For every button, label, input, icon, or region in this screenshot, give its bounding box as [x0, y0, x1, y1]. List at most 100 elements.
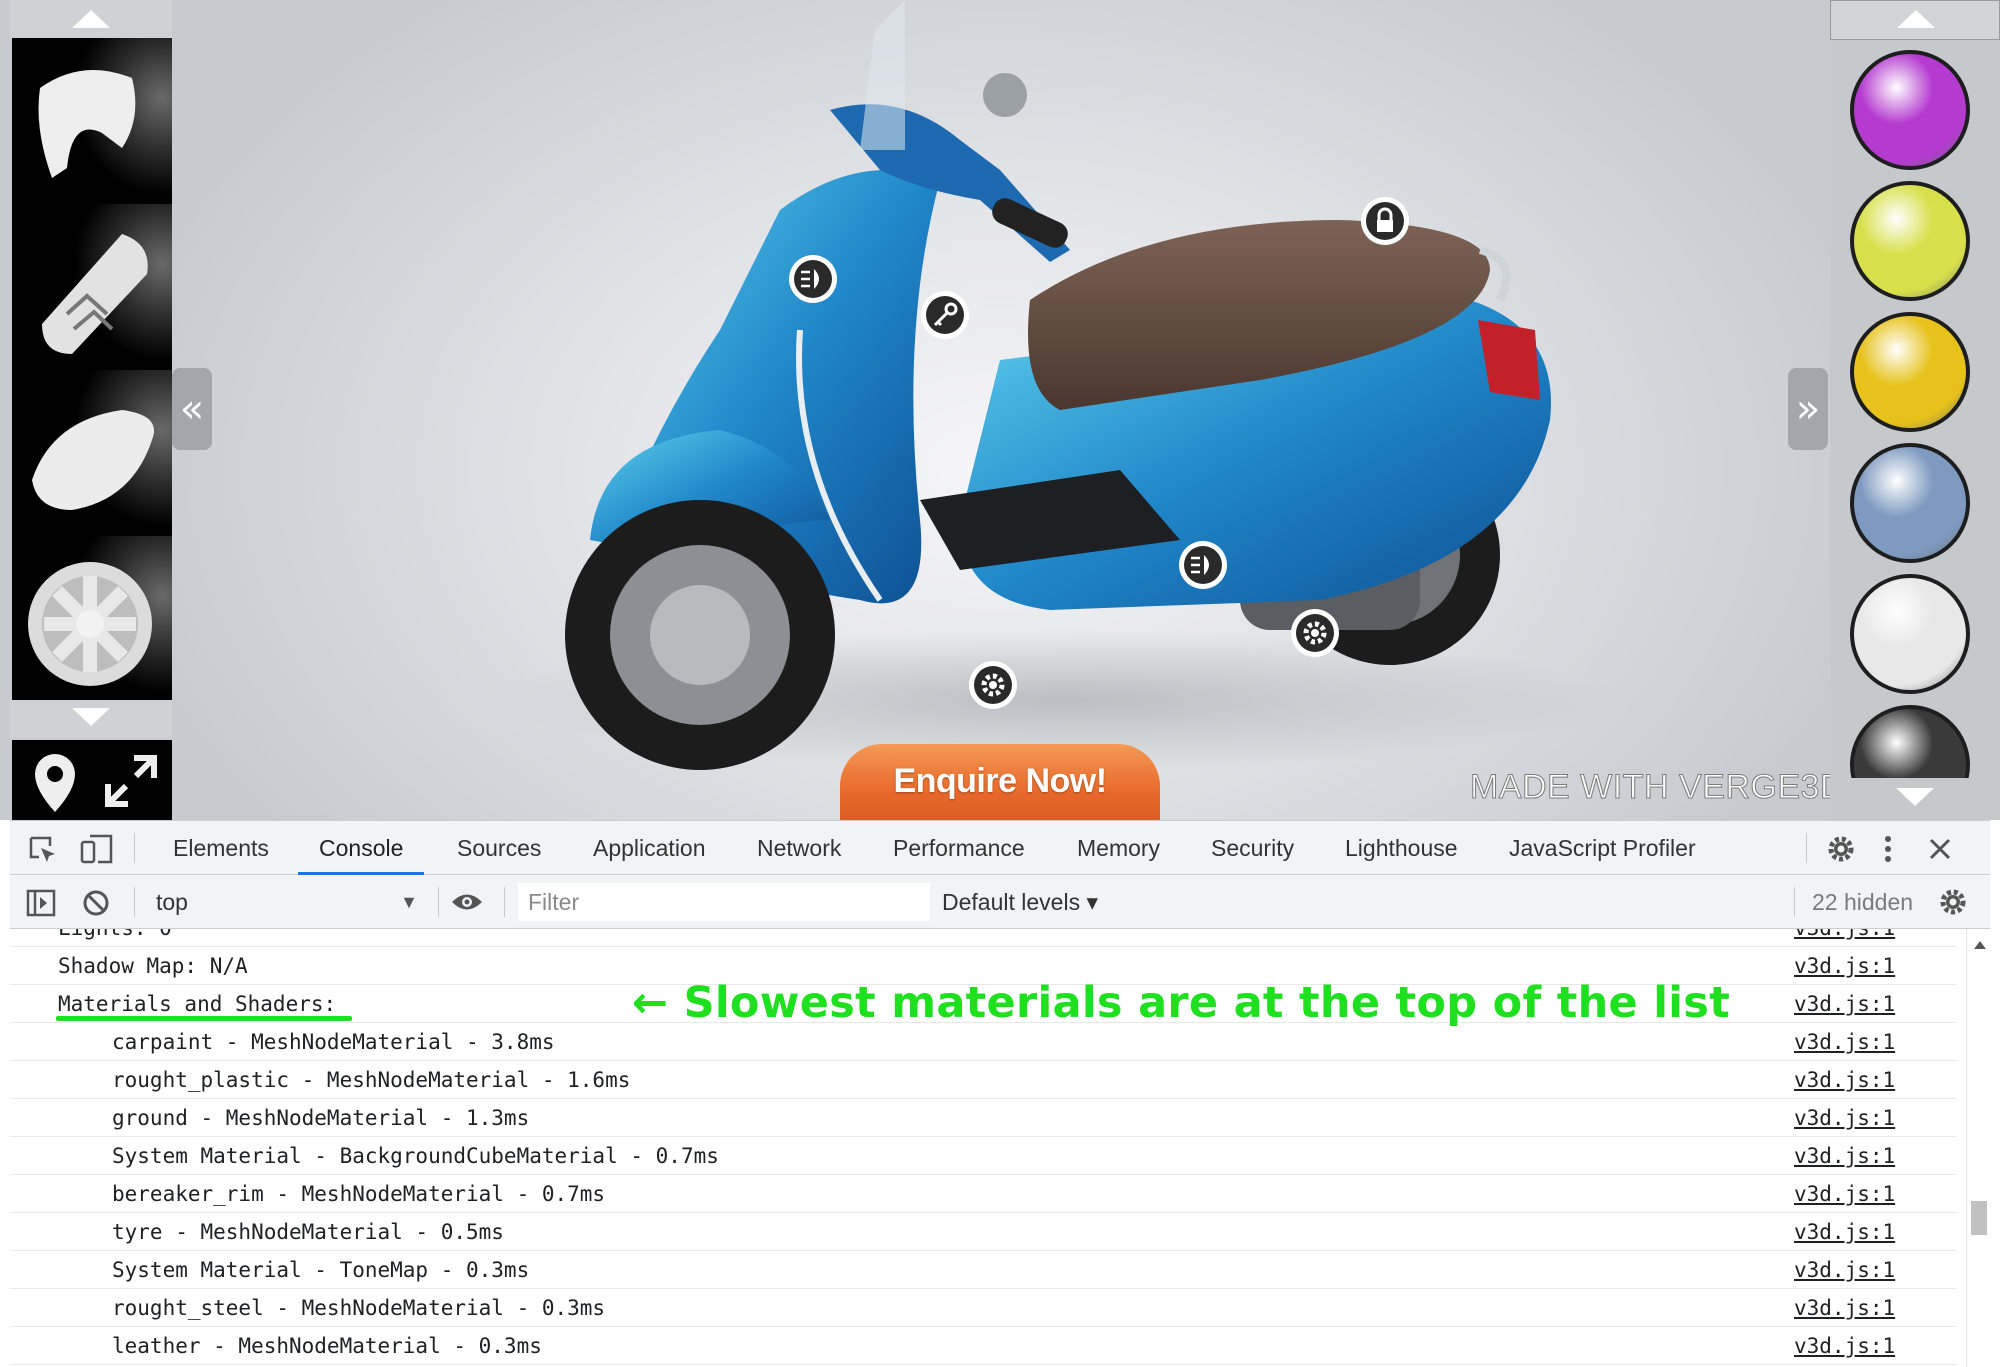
- console-row: rought_plastic - MeshNodeMaterial - 1.6m…: [10, 1061, 1956, 1099]
- enquire-now-button[interactable]: Enquire Now!: [840, 744, 1160, 820]
- color-panel: [1830, 0, 2000, 820]
- hidden-messages-count: 22 hidden: [1812, 889, 1914, 915]
- source-link[interactable]: v3d.js:1: [1794, 985, 1895, 1023]
- tab-network[interactable]: Network: [757, 821, 841, 875]
- location-pin-icon[interactable]: [30, 752, 80, 814]
- tab-elements[interactable]: Elements: [173, 821, 269, 875]
- gear-icon[interactable]: [1290, 608, 1340, 658]
- dropdown-caret-icon: ▼: [400, 892, 418, 912]
- gear-icon[interactable]: [968, 660, 1018, 710]
- tab-memory[interactable]: Memory: [1077, 821, 1160, 875]
- console-filter-input[interactable]: [518, 883, 930, 921]
- console-row: rought_steel - MeshNodeMaterial - 0.3ms …: [10, 1289, 1956, 1327]
- toolbar-divider: [438, 887, 439, 917]
- console-message: Lights: 0: [58, 929, 172, 947]
- console-scrollbar[interactable]: [1966, 929, 1990, 1367]
- wheel-rim-icon[interactable]: [12, 536, 172, 702]
- console-row: tyre - MeshNodeMaterial - 0.5ms v3d.js:1: [10, 1213, 1956, 1251]
- highlight-underline: [56, 1016, 352, 1021]
- live-expression-eye-icon[interactable]: [450, 891, 484, 913]
- source-link[interactable]: v3d.js:1: [1794, 1023, 1895, 1061]
- fullscreen-icon[interactable]: [104, 754, 158, 808]
- source-link[interactable]: v3d.js:1: [1794, 1137, 1895, 1175]
- tab-application[interactable]: Application: [593, 821, 706, 875]
- execution-context-value: top: [156, 889, 188, 915]
- tab-performance[interactable]: Performance: [893, 821, 1025, 875]
- scrollbar-thumb[interactable]: [1971, 1201, 1987, 1235]
- color-swatch-yellow[interactable]: [1850, 312, 1970, 432]
- headlight-icon[interactable]: [788, 254, 838, 304]
- execution-context-select[interactable]: top ▼: [156, 885, 426, 919]
- color-swatch-dark-gray[interactable]: [1850, 705, 1970, 778]
- toolbar-divider: [134, 833, 135, 863]
- console-message: rought_steel - MeshNodeMaterial - 0.3ms: [112, 1296, 606, 1320]
- source-link[interactable]: v3d.js:1: [1794, 947, 1895, 985]
- source-link[interactable]: v3d.js:1: [1794, 929, 1895, 947]
- parts-list: [12, 38, 172, 702]
- color-swatch-list: [1830, 40, 2000, 778]
- settings-gear-icon[interactable]: [1826, 834, 1856, 864]
- toolbar-divider: [1794, 887, 1795, 917]
- key-icon[interactable]: [920, 290, 970, 340]
- tab-security[interactable]: Security: [1211, 821, 1294, 875]
- console-row: ground - MeshNodeMaterial - 1.3ms v3d.js…: [10, 1099, 1956, 1137]
- parts-panel: [10, 0, 172, 820]
- tab-console[interactable]: Console: [298, 821, 425, 875]
- console-message: System Material - ToneMap - 0.3ms: [112, 1258, 530, 1282]
- source-link[interactable]: v3d.js:1: [1794, 1327, 1895, 1365]
- collapse-right-panel-button[interactable]: »: [1788, 368, 1828, 450]
- source-link[interactable]: v3d.js:1: [1794, 1289, 1895, 1327]
- annotation-note: ← Slowest materials are at the top of th…: [632, 978, 1731, 1028]
- inspect-element-icon[interactable]: [28, 835, 58, 865]
- console-row: System Material - ToneMap - 0.3ms v3d.js…: [10, 1251, 1956, 1289]
- clear-console-icon[interactable]: [82, 889, 110, 917]
- verge3d-watermark[interactable]: MADE WITH VERGE3D: [1470, 768, 1830, 818]
- source-link[interactable]: v3d.js:1: [1794, 1175, 1895, 1213]
- console-row: Lights: 0 v3d.js:1: [10, 929, 1956, 947]
- console-message: carpaint - MeshNodeMaterial - 3.8ms: [112, 1030, 555, 1054]
- parts-scroll-up-button[interactable]: [10, 0, 172, 38]
- close-icon[interactable]: [1928, 837, 1952, 861]
- color-swatch-steel-blue[interactable]: [1850, 443, 1970, 563]
- front-fender-icon[interactable]: [12, 38, 172, 204]
- show-sidebar-icon[interactable]: [26, 889, 56, 917]
- console-message: Shadow Map: N/A: [58, 954, 248, 978]
- console-message: ground - MeshNodeMaterial - 1.3ms: [112, 1106, 530, 1130]
- seat-icon[interactable]: [12, 370, 172, 536]
- tab-javascript-profiler[interactable]: JavaScript Profiler: [1509, 821, 1696, 875]
- toolbar-divider: [134, 887, 135, 917]
- toolbar-divider: [504, 887, 505, 917]
- log-levels-dropdown[interactable]: Default levels ▾: [942, 885, 1098, 919]
- collapse-left-panel-button[interactable]: «: [172, 368, 212, 450]
- color-swatch-lime[interactable]: [1850, 181, 1970, 301]
- tab-sources[interactable]: Sources: [457, 821, 541, 875]
- tab-lighthouse[interactable]: Lighthouse: [1345, 821, 1458, 875]
- colors-scroll-down-button[interactable]: [1830, 780, 2000, 820]
- color-swatch-white[interactable]: [1850, 574, 1970, 694]
- source-link[interactable]: v3d.js:1: [1794, 1099, 1895, 1137]
- devtools-panel: Elements Console Sources Application Net…: [10, 820, 1990, 1367]
- console-settings-gear-icon[interactable]: [1938, 887, 1968, 917]
- source-link[interactable]: v3d.js:1: [1794, 1061, 1895, 1099]
- device-toolbar-icon[interactable]: [80, 833, 114, 865]
- console-toolbar: top ▼ Default levels ▾ 22 hidden: [10, 875, 1990, 929]
- headlight-icon[interactable]: [1178, 540, 1228, 590]
- scooter-configurator-viewport[interactable]: « » Enquire Now! MADE WITH VERGE3D: [0, 0, 2000, 820]
- console-message: leather - MeshNodeMaterial - 0.3ms: [112, 1334, 542, 1358]
- devtools-tab-bar: Elements Console Sources Application Net…: [10, 821, 1990, 875]
- console-row: bereaker_rim - MeshNodeMaterial - 0.7ms …: [10, 1175, 1956, 1213]
- color-swatch-purple[interactable]: [1850, 50, 1970, 170]
- console-message: tyre - MeshNodeMaterial - 0.5ms: [112, 1220, 504, 1244]
- console-row: carpaint - MeshNodeMaterial - 3.8ms v3d.…: [10, 1023, 1956, 1061]
- source-link[interactable]: v3d.js:1: [1794, 1213, 1895, 1251]
- colors-scroll-up-button[interactable]: [1830, 0, 2000, 40]
- console-message: bereaker_rim - MeshNodeMaterial - 0.7ms: [112, 1182, 606, 1206]
- parts-scroll-down-button[interactable]: [10, 700, 172, 738]
- scroll-up-arrow-icon[interactable]: [1974, 941, 1986, 949]
- floorboard-icon[interactable]: [12, 204, 172, 370]
- lock-icon[interactable]: [1360, 196, 1410, 246]
- toolbar-divider: [1806, 833, 1807, 863]
- console-row: System Material - BackgroundCubeMaterial…: [10, 1137, 1956, 1175]
- source-link[interactable]: v3d.js:1: [1794, 1251, 1895, 1289]
- more-options-icon[interactable]: [1880, 834, 1896, 864]
